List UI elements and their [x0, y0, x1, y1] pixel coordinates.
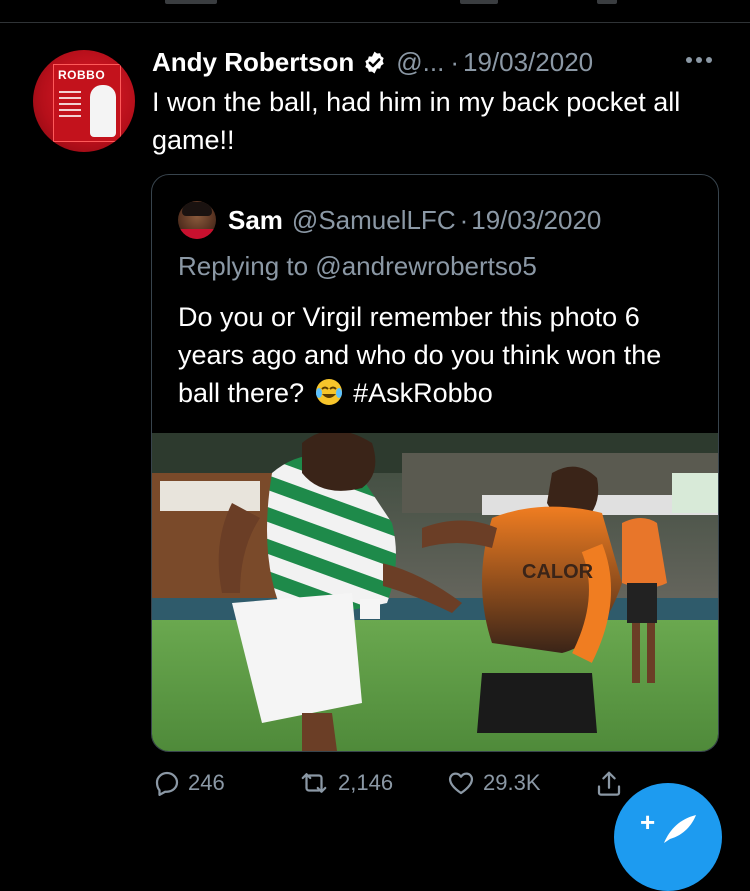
retweet-button[interactable]: 2,146 [296, 768, 393, 798]
tweet-header: Andy Robertson @... · 19/03/2020 [152, 42, 593, 82]
background-player-green [357, 563, 383, 619]
compose-feather-icon [664, 815, 696, 843]
quoted-tweet-text: Do you or Virgil remember this photo 6 y… [178, 298, 698, 412]
author-handle[interactable]: @... [396, 47, 444, 78]
verified-badge-icon [362, 50, 387, 75]
quoted-tweet-header: Sam @SamuelLFC · 19/03/2020 [228, 200, 601, 240]
reply-count: 246 [188, 770, 225, 795]
previous-tweet-remnant [0, 0, 750, 22]
tweet-date[interactable]: 19/03/2020 [463, 47, 593, 78]
like-button[interactable]: 29.3K [445, 768, 541, 798]
header-separator: · [450, 46, 459, 77]
quoted-tweet-date: 19/03/2020 [471, 204, 602, 235]
replying-to-label: Replying to @andrewrobertso5 [178, 251, 537, 281]
photo-sponsor-text: CALOR [522, 561, 594, 583]
previous-tweet-icon-fragment [165, 0, 217, 4]
avatar-hair [182, 202, 212, 216]
tears-of-joy-emoji-icon [314, 377, 344, 407]
avatar-shirt [178, 229, 216, 239]
retweet-icon [301, 773, 327, 793]
avatar-book-lines [59, 91, 81, 121]
avatar-book-title: ROBBO [58, 68, 106, 82]
quoted-author-name: Sam [228, 204, 283, 235]
author-name[interactable]: Andy Robertson [152, 47, 354, 78]
reply-button[interactable]: 246 [152, 768, 225, 798]
share-button[interactable] [594, 768, 630, 800]
quoted-tweet-photo[interactable]: CALOR [152, 433, 718, 751]
retweet-count: 2,146 [338, 770, 394, 795]
like-count: 29.3K [483, 770, 541, 795]
compose-tweet-button[interactable]: + [614, 783, 722, 891]
previous-tweet-icon-fragment [460, 0, 498, 4]
author-avatar[interactable]: ROBBO [33, 50, 135, 152]
tweet-text: I won the ball, had him in my back pocke… [152, 87, 681, 155]
tweet-divider [0, 22, 750, 23]
quoted-tweet-card[interactable]: Sam @SamuelLFC · 19/03/2020 Replying to … [151, 174, 719, 752]
quoted-author-handle: @SamuelLFC [291, 204, 456, 235]
quoted-author-avatar [178, 201, 216, 239]
reply-icon [155, 771, 179, 796]
compose-plus-icon: + [640, 807, 656, 837]
share-icon [597, 771, 621, 796]
avatar-player-figure [90, 85, 116, 137]
quoted-header-separator: · [459, 204, 469, 235]
football-match-photo: CALOR [152, 433, 718, 751]
more-horizontal-icon[interactable] [684, 50, 714, 70]
avatar-book-cover: ROBBO [53, 64, 121, 142]
heart-icon [448, 772, 474, 795]
hashtag-askrobbo[interactable]: #AskRobbo [353, 378, 493, 408]
previous-tweet-icon-fragment [597, 0, 617, 4]
